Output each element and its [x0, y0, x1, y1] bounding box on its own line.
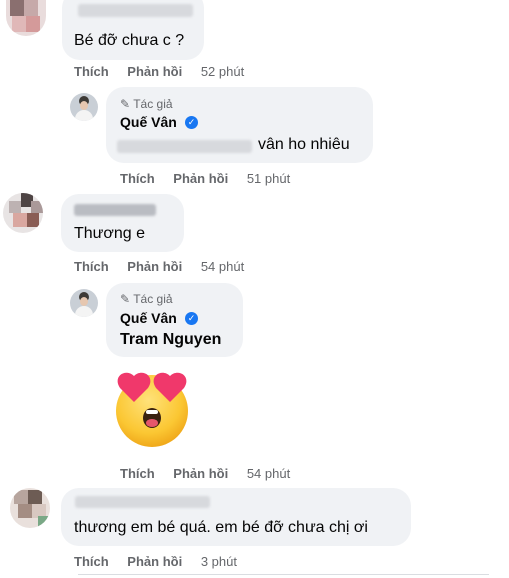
- author-avatar[interactable]: [70, 93, 98, 121]
- reply-text: vân ho nhiêu: [258, 136, 350, 153]
- like-button[interactable]: Thích: [74, 64, 109, 79]
- reply-button[interactable]: Phản hồi: [173, 466, 228, 481]
- like-button[interactable]: Thích: [74, 259, 109, 274]
- commenter-avatar[interactable]: [3, 193, 43, 233]
- redacted-commenter-name: [78, 4, 193, 17]
- pencil-icon: ✎: [120, 97, 131, 111]
- author-badge: ✎ Tác giả: [120, 97, 173, 111]
- verified-badge-icon: ✓: [185, 116, 198, 129]
- author-avatar[interactable]: [70, 289, 98, 317]
- divider: [78, 574, 489, 575]
- timestamp[interactable]: 3 phút: [201, 554, 237, 569]
- like-button[interactable]: Thích: [74, 554, 109, 569]
- reply-button[interactable]: Phản hồi: [127, 259, 182, 274]
- verified-badge-icon: ✓: [185, 312, 198, 325]
- timestamp[interactable]: 54 phút: [201, 259, 244, 274]
- comment-text: Thương e: [74, 225, 146, 242]
- commenter-avatar[interactable]: [6, 0, 46, 36]
- comment-actions: Thích Phản hồi 3 phút: [74, 554, 237, 569]
- author-name[interactable]: Quế Vân: [120, 310, 177, 326]
- comment-actions: Thích Phản hồi 54 phút: [74, 259, 244, 274]
- reply-actions: Thích Phản hồi 54 phút: [120, 466, 290, 481]
- pencil-icon: ✎: [120, 292, 131, 306]
- timestamp[interactable]: 52 phút: [201, 64, 244, 79]
- comment-actions: Thích Phản hồi 52 phút: [74, 64, 244, 79]
- mention-tag[interactable]: Tram Nguyen: [120, 331, 221, 349]
- reply-button[interactable]: Phản hồi: [127, 554, 182, 569]
- comment-text: Bé đỡ chưa c ?: [74, 32, 185, 49]
- redacted-mention: [117, 140, 252, 153]
- like-button[interactable]: Thích: [120, 171, 155, 186]
- redacted-commenter-name: [74, 204, 156, 216]
- timestamp[interactable]: 54 phút: [247, 466, 290, 481]
- comment-text: thương em bé quá. em bé đỡ chưa chị ơi: [74, 519, 368, 536]
- author-badge: ✎ Tác giả: [120, 292, 173, 306]
- redacted-commenter-name: [75, 496, 210, 508]
- commenter-avatar[interactable]: [10, 488, 50, 528]
- timestamp[interactable]: 51 phút: [247, 171, 290, 186]
- heart-eyes-emoji-icon: [116, 372, 188, 447]
- reply-button[interactable]: Phản hồi: [127, 64, 182, 79]
- author-name[interactable]: Quế Vân: [120, 114, 177, 130]
- reply-button[interactable]: Phản hồi: [173, 171, 228, 186]
- like-button[interactable]: Thích: [120, 466, 155, 481]
- comment-bubble: [61, 194, 184, 252]
- reply-actions: Thích Phản hồi 51 phút: [120, 171, 290, 186]
